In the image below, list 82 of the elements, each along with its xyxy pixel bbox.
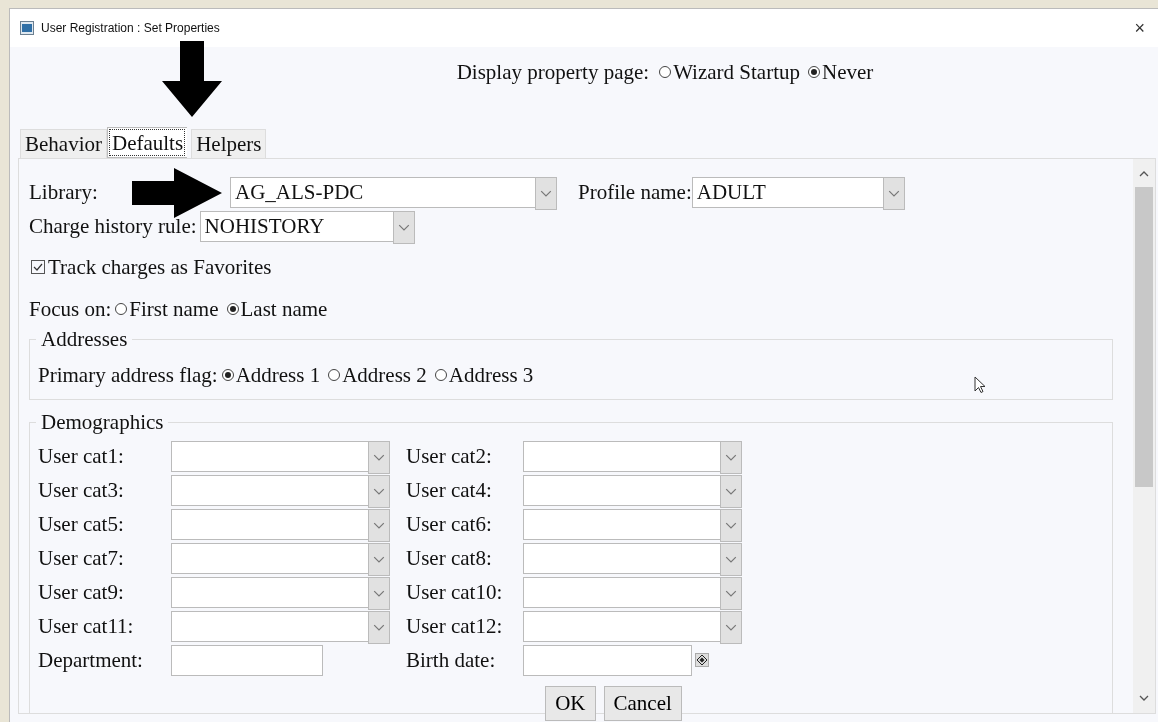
field-label: Primary address flag:: [38, 362, 218, 388]
radio-label[interactable]: Wizard Startup: [673, 59, 800, 85]
field-label: User cat1:: [38, 443, 125, 470]
field-label: Focus on:: [29, 296, 112, 322]
radio-label[interactable]: Address 2: [342, 362, 427, 388]
category-dropdown[interactable]: [171, 543, 389, 574]
caret-icon: [882, 176, 905, 210]
category-dropdown[interactable]: [523, 611, 741, 642]
category-dropdown[interactable]: [523, 577, 741, 608]
field-label: User cat8:: [406, 545, 493, 572]
field-label: User cat3:: [38, 477, 125, 504]
caret-icon: [392, 210, 415, 244]
field-label: User cat11:: [38, 613, 135, 640]
radio-button[interactable]: [328, 369, 341, 381]
radio-button[interactable]: [226, 303, 239, 315]
field-label: Birth date:: [406, 647, 497, 674]
scroll-down-icon[interactable]: [1139, 695, 1149, 701]
category-dropdown[interactable]: [523, 475, 741, 506]
checkbox[interactable]: [31, 260, 45, 274]
caret-icon: [720, 475, 742, 508]
field-label: User cat12:: [406, 613, 504, 640]
category-dropdown[interactable]: [171, 441, 389, 472]
category-dropdown[interactable]: [171, 577, 389, 608]
library-dropdown[interactable]: AG_ALS-PDC: [230, 176, 556, 208]
caret-icon: [368, 543, 390, 576]
checkbox-label[interactable]: Track charges as Favorites: [48, 254, 272, 280]
caret-icon: [720, 543, 742, 576]
radio-label[interactable]: Address 1: [235, 362, 321, 388]
tab[interactable]: Helpers: [191, 129, 267, 158]
scroll-up-icon[interactable]: [1139, 171, 1149, 177]
field-label: Library:: [29, 179, 99, 205]
field-label: User cat4:: [406, 477, 493, 504]
mouse-pointer-icon: [974, 376, 986, 394]
radio-label[interactable]: First name: [129, 296, 219, 322]
window-title: User Registration : Set Properties: [41, 21, 221, 35]
calendar-icon[interactable]: [695, 653, 709, 667]
radio-label[interactable]: Never: [822, 59, 874, 85]
field-label: User cat9:: [38, 579, 125, 606]
field-label: Display property page:: [456, 59, 650, 85]
caret-icon: [720, 509, 742, 542]
caret-icon: [368, 509, 390, 542]
caret-icon: [720, 577, 742, 610]
field-label: Profile name:: [578, 179, 692, 205]
category-dropdown[interactable]: [171, 475, 389, 506]
caret-icon: [368, 441, 390, 474]
radio-button[interactable]: [434, 369, 447, 381]
field-label: User cat2:: [406, 443, 493, 470]
category-dropdown[interactable]: [523, 543, 741, 574]
caret-icon: [368, 577, 390, 610]
category-dropdown[interactable]: [523, 441, 741, 472]
radio-button[interactable]: [659, 66, 672, 78]
field-label: User cat6:: [406, 511, 493, 538]
caret-icon: [720, 611, 742, 644]
radio-button[interactable]: [221, 369, 234, 381]
tab[interactable]: Behavior: [20, 129, 107, 158]
radio-label[interactable]: Last name: [240, 296, 328, 322]
caret-icon: [368, 611, 390, 644]
radio-label[interactable]: Address 3: [448, 362, 534, 388]
radio-button[interactable]: [115, 303, 128, 315]
input-field[interactable]: [171, 645, 323, 676]
category-dropdown[interactable]: [171, 611, 389, 642]
field-label: User cat5:: [38, 511, 125, 538]
category-dropdown[interactable]: [171, 509, 389, 540]
scrollbar-thumb[interactable]: [1135, 187, 1153, 487]
dialog-button[interactable]: Cancel: [603, 686, 682, 721]
caret-icon: [535, 176, 557, 210]
scrollbar[interactable]: [1133, 159, 1155, 713]
app-icon: [20, 21, 34, 35]
field-label: User cat10:: [406, 579, 504, 606]
dialog-button[interactable]: OK: [545, 686, 596, 721]
tab[interactable]: Defaults: [107, 127, 188, 158]
category-dropdown[interactable]: [523, 509, 741, 540]
field-label: Department:: [38, 647, 144, 674]
caret-icon: [720, 441, 742, 474]
charge-rule-dropdown[interactable]: NOHISTORY: [199, 210, 414, 242]
radio-button[interactable]: [808, 66, 820, 78]
caret-icon: [368, 475, 390, 508]
date-field[interactable]: [523, 645, 692, 676]
field-label: User cat7:: [38, 545, 125, 572]
profile-dropdown[interactable]: ADULT: [691, 176, 904, 208]
close-button[interactable]: ×: [1130, 17, 1149, 39]
field-label: Charge history rule:: [29, 213, 197, 239]
